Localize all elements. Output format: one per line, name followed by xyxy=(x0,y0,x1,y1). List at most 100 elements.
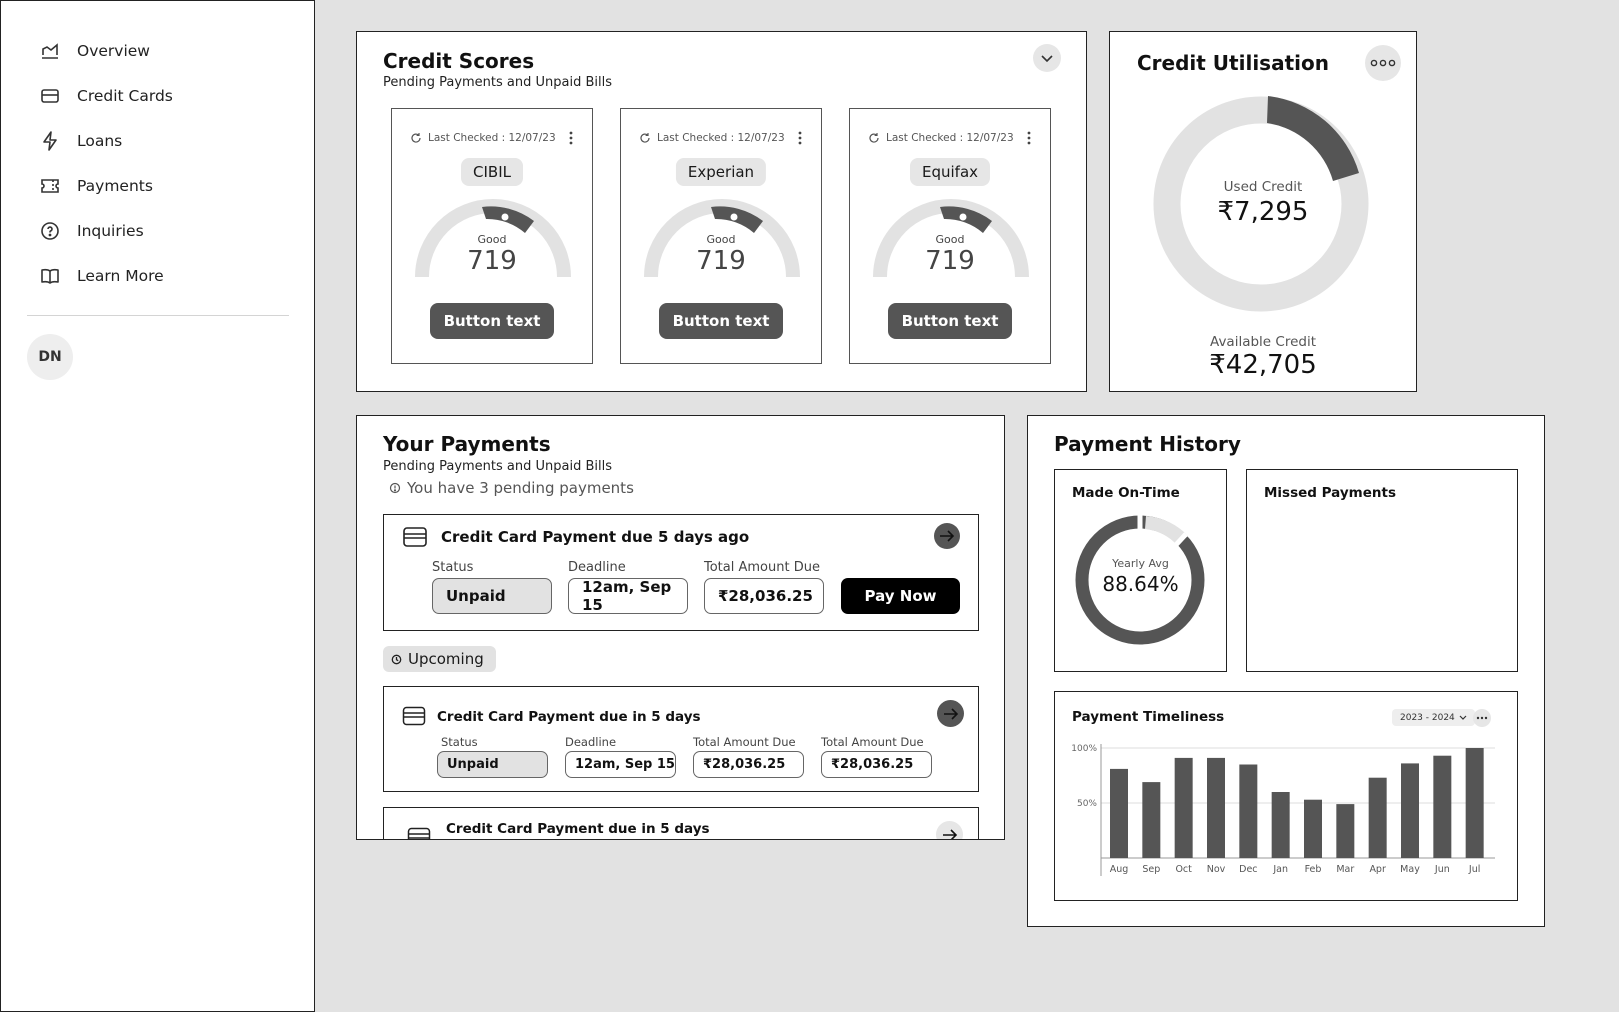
open-payment-button[interactable] xyxy=(936,821,963,839)
arrow-right-icon xyxy=(943,707,958,720)
chart-icon xyxy=(42,43,58,59)
score-card-button[interactable]: Button text xyxy=(888,303,1012,339)
help-circle-icon xyxy=(41,222,59,240)
x-tick-label: May xyxy=(1400,864,1420,875)
x-tick-label: Sep xyxy=(1142,864,1160,875)
bar-jan xyxy=(1271,792,1290,858)
payment-title: Credit Card Payment due in 5 days xyxy=(446,821,710,837)
refresh-icon xyxy=(640,133,650,143)
gauge-dot xyxy=(501,213,509,221)
available-credit-label: Available Credit xyxy=(1210,334,1316,350)
deadline-field: 12am, Sep 15 xyxy=(565,751,676,778)
score-card-button[interactable]: Button text xyxy=(430,303,554,339)
score-value: 719 xyxy=(467,246,517,276)
ticket-icon xyxy=(41,179,59,193)
score-rating: Good xyxy=(935,233,965,246)
credit-card-icon xyxy=(402,706,426,726)
sidebar-divider xyxy=(27,315,289,316)
gauge-dot xyxy=(959,213,967,221)
chevron-down-icon xyxy=(1459,715,1467,720)
pay-now-button[interactable]: Pay Now xyxy=(841,578,960,614)
status-field: Unpaid xyxy=(432,578,552,614)
avatar[interactable]: DN xyxy=(27,334,73,380)
amount-label: Total Amount Due xyxy=(821,735,924,749)
sidebar-item-payments[interactable]: Payments xyxy=(39,172,153,200)
more-vertical-icon[interactable] xyxy=(797,131,803,145)
bar-oct xyxy=(1174,757,1193,858)
bar-sep xyxy=(1142,782,1161,858)
chevron-down-icon xyxy=(1041,55,1053,63)
panel-subtitle: Pending Payments and Unpaid Bills xyxy=(383,75,613,90)
period-select-value: 2023 - 2024 xyxy=(1400,712,1455,723)
sidebar-item-loans[interactable]: Loans xyxy=(39,127,122,155)
status-label: Status xyxy=(441,735,478,749)
sidebar-item-label: Payments xyxy=(77,177,153,195)
upcoming-payment-card: Credit Card Payment due in 5 days xyxy=(383,807,979,839)
pending-note-text: You have 3 pending payments xyxy=(407,479,634,497)
bar-feb xyxy=(1304,799,1322,858)
credit-card-icon xyxy=(403,527,427,547)
made-on-time-card: Made On-Time Yearly Avg 88.64% xyxy=(1054,469,1227,672)
your-payments-panel: Your Payments Pending Payments and Unpai… xyxy=(356,415,1005,840)
chart-more-button[interactable] xyxy=(1473,709,1491,727)
available-credit-value: ₹42,705 xyxy=(1209,350,1317,380)
more-horizontal-icon xyxy=(1370,59,1396,67)
gauge-dot xyxy=(730,213,738,221)
bar-jun xyxy=(1433,755,1452,858)
card-title: Made On-Time xyxy=(1072,485,1180,501)
x-tick-label: Dec xyxy=(1239,864,1257,875)
status-label: Status xyxy=(432,560,474,575)
payment-history-panel: Payment History Made On-Time Yearly Avg … xyxy=(1027,415,1545,927)
panel-title: Credit Scores xyxy=(383,49,535,73)
status-field: Unpaid xyxy=(437,751,548,778)
x-tick-label: Apr xyxy=(1369,864,1386,875)
sidebar-item-label: Overview xyxy=(77,42,150,60)
clock-icon xyxy=(391,654,402,664)
amount-label: Total Amount Due xyxy=(693,735,796,749)
period-select[interactable]: 2023 - 2024 xyxy=(1392,709,1475,726)
collapse-button[interactable] xyxy=(1033,44,1061,72)
x-tick-label: Mar xyxy=(1336,864,1354,875)
payment-title: Credit Card Payment due in 5 days xyxy=(437,709,701,725)
score-value: 719 xyxy=(696,246,746,276)
upcoming-tag: Upcoming xyxy=(383,646,496,672)
score-card-cibil: Last Checked : 12/07/23 CIBIL Good 719 B… xyxy=(391,108,593,364)
sidebar-item-label: Inquiries xyxy=(77,222,144,240)
sidebar-item-label: Credit Cards xyxy=(77,87,173,105)
open-payment-button[interactable] xyxy=(937,700,964,727)
refresh-icon xyxy=(869,133,879,143)
bar-jul xyxy=(1465,748,1484,858)
score-card-equifax: Last Checked : 12/07/23 Equifax Good 719… xyxy=(849,108,1051,364)
missed-payments-card: Missed Payments xyxy=(1246,469,1518,672)
last-checked: Last Checked : 12/07/23 xyxy=(657,132,785,144)
credit-card-icon xyxy=(407,827,431,839)
x-tick-label: Jun xyxy=(1434,864,1450,875)
open-payment-button[interactable] xyxy=(934,523,960,549)
bar-dec xyxy=(1239,764,1258,858)
deadline-label: Deadline xyxy=(568,560,626,575)
score-card-button[interactable]: Button text xyxy=(659,303,783,339)
more-vertical-icon[interactable] xyxy=(1026,131,1032,145)
bar-nov xyxy=(1207,757,1225,858)
score-card-experian: Last Checked : 12/07/23 Experian Good 71… xyxy=(620,108,822,364)
credit-scores-panel: Credit Scores Pending Payments and Unpai… xyxy=(356,31,1087,392)
score-value: 719 xyxy=(925,246,975,276)
more-options-button[interactable] xyxy=(1365,45,1401,81)
overdue-payment-card: Credit Card Payment due 5 days ago Statu… xyxy=(383,514,979,631)
bar-mar xyxy=(1336,804,1355,858)
sidebar-item-learn-more[interactable]: Learn More xyxy=(39,262,164,290)
bureau-label: Experian xyxy=(675,158,767,186)
score-rating: Good xyxy=(706,233,736,246)
sidebar-item-inquiries[interactable]: Inquiries xyxy=(39,217,144,245)
payment-timeliness-card: Payment Timeliness 2023 - 2024 100% 50% Au… xyxy=(1054,691,1518,901)
more-vertical-icon[interactable] xyxy=(568,131,574,145)
refresh-icon xyxy=(411,133,421,143)
arrow-right-icon xyxy=(942,828,957,839)
amount-label: Total Amount Due xyxy=(704,560,820,575)
x-tick-label: Feb xyxy=(1305,864,1322,875)
sidebar: Overview Credit Cards Loans Payments Inq… xyxy=(0,0,315,1012)
sidebar-item-credit-cards[interactable]: Credit Cards xyxy=(39,82,173,110)
credit-utilisation-panel: Credit Utilisation Used Credit ₹7,295 Av… xyxy=(1109,31,1417,392)
sidebar-item-overview[interactable]: Overview xyxy=(39,37,150,65)
book-icon xyxy=(41,268,59,284)
